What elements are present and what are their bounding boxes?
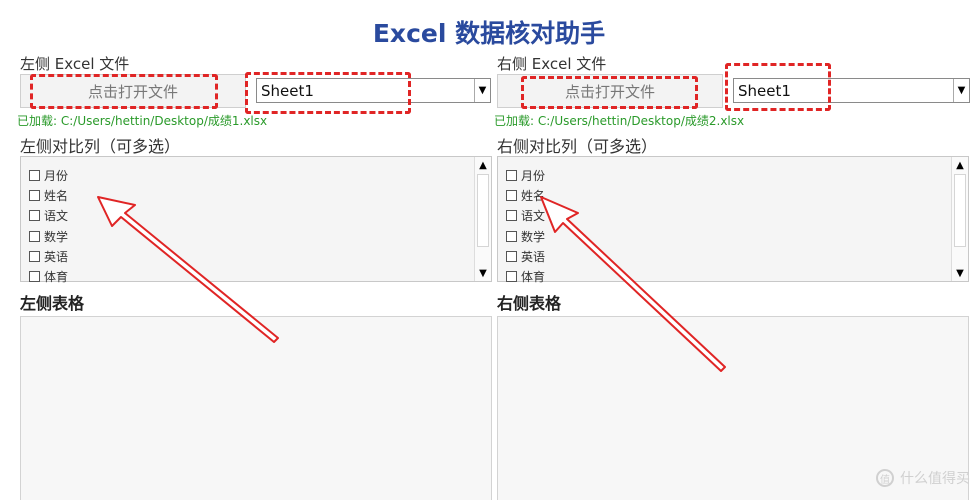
right-sheet-select[interactable]: Sheet1 ▼: [733, 78, 970, 103]
checkbox[interactable]: [29, 210, 40, 222]
right-columns-label: 右侧对比列（可多选）: [497, 137, 658, 156]
list-item[interactable]: 姓名: [506, 185, 545, 205]
left-panel: 左侧 Excel 文件 点击打开文件 Sheet1 ▼ 已加载: C:/User…: [17, 0, 492, 500]
scrollbar-thumb[interactable]: [954, 174, 966, 247]
checkbox[interactable]: [29, 189, 40, 201]
checkbox[interactable]: [506, 271, 517, 283]
watermark-text: 什么值得买: [900, 471, 970, 487]
right-columns-listbox[interactable]: 月份 姓名 语文 数学 英语 体育 ▲ ▼: [497, 156, 969, 284]
list-item[interactable]: 体育: [29, 266, 68, 286]
checkbox[interactable]: [506, 169, 517, 181]
checkbox[interactable]: [506, 189, 517, 201]
list-item[interactable]: 数学: [506, 226, 545, 246]
left-open-file-button[interactable]: 点击打开文件: [20, 74, 246, 108]
left-sheet-value: Sheet1: [261, 81, 314, 100]
list-item[interactable]: 英语: [506, 246, 545, 266]
checkbox[interactable]: [506, 250, 517, 262]
checkbox[interactable]: [29, 250, 40, 262]
left-file-label: 左侧 Excel 文件: [20, 55, 130, 73]
watermark: 值 什么值得买: [876, 468, 970, 488]
list-item[interactable]: 语文: [506, 206, 545, 226]
scroll-up-icon[interactable]: ▲: [952, 157, 968, 173]
scroll-down-icon[interactable]: ▼: [475, 265, 491, 281]
right-table-label: 右侧表格: [497, 294, 562, 313]
watermark-logo-icon: 值: [876, 469, 894, 487]
right-loaded-status: 已加载: C:/Users/hettin/Desktop/成绩2.xlsx: [494, 114, 745, 128]
list-item[interactable]: 语文: [29, 206, 68, 226]
left-columns-listbox[interactable]: 月份 姓名 语文 数学 英语 体育 ▲ ▼: [20, 156, 492, 284]
scroll-down-icon[interactable]: ▼: [952, 265, 968, 281]
checkbox[interactable]: [29, 169, 40, 181]
list-item[interactable]: 月份: [29, 165, 68, 185]
right-scrollbar[interactable]: ▲ ▼: [951, 157, 968, 281]
scrollbar-thumb[interactable]: [477, 174, 489, 247]
list-item[interactable]: 月份: [506, 165, 545, 185]
left-table-area[interactable]: [20, 316, 492, 500]
left-sheet-select[interactable]: Sheet1 ▼: [256, 78, 491, 103]
left-columns-label: 左侧对比列（可多选）: [20, 137, 181, 156]
checkbox[interactable]: [29, 271, 40, 283]
checkbox[interactable]: [506, 230, 517, 242]
checkbox[interactable]: [29, 230, 40, 242]
right-panel: 右侧 Excel 文件 点击打开文件 Sheet1 ▼ 已加载: C:/User…: [494, 0, 970, 500]
scroll-up-icon[interactable]: ▲: [475, 157, 491, 173]
left-loaded-status: 已加载: C:/Users/hettin/Desktop/成绩1.xlsx: [17, 114, 268, 128]
right-file-label: 右侧 Excel 文件: [497, 55, 607, 73]
list-item[interactable]: 英语: [29, 246, 68, 266]
list-item[interactable]: 数学: [29, 226, 68, 246]
right-sheet-value: Sheet1: [738, 81, 791, 100]
chevron-down-icon[interactable]: ▼: [474, 79, 490, 102]
right-open-file-button[interactable]: 点击打开文件: [497, 74, 723, 108]
list-item[interactable]: 体育: [506, 266, 545, 286]
chevron-down-icon[interactable]: ▼: [953, 79, 969, 102]
checkbox[interactable]: [506, 210, 517, 222]
left-scrollbar[interactable]: ▲ ▼: [474, 157, 491, 281]
left-table-label: 左侧表格: [20, 294, 85, 313]
list-item[interactable]: 姓名: [29, 185, 68, 205]
